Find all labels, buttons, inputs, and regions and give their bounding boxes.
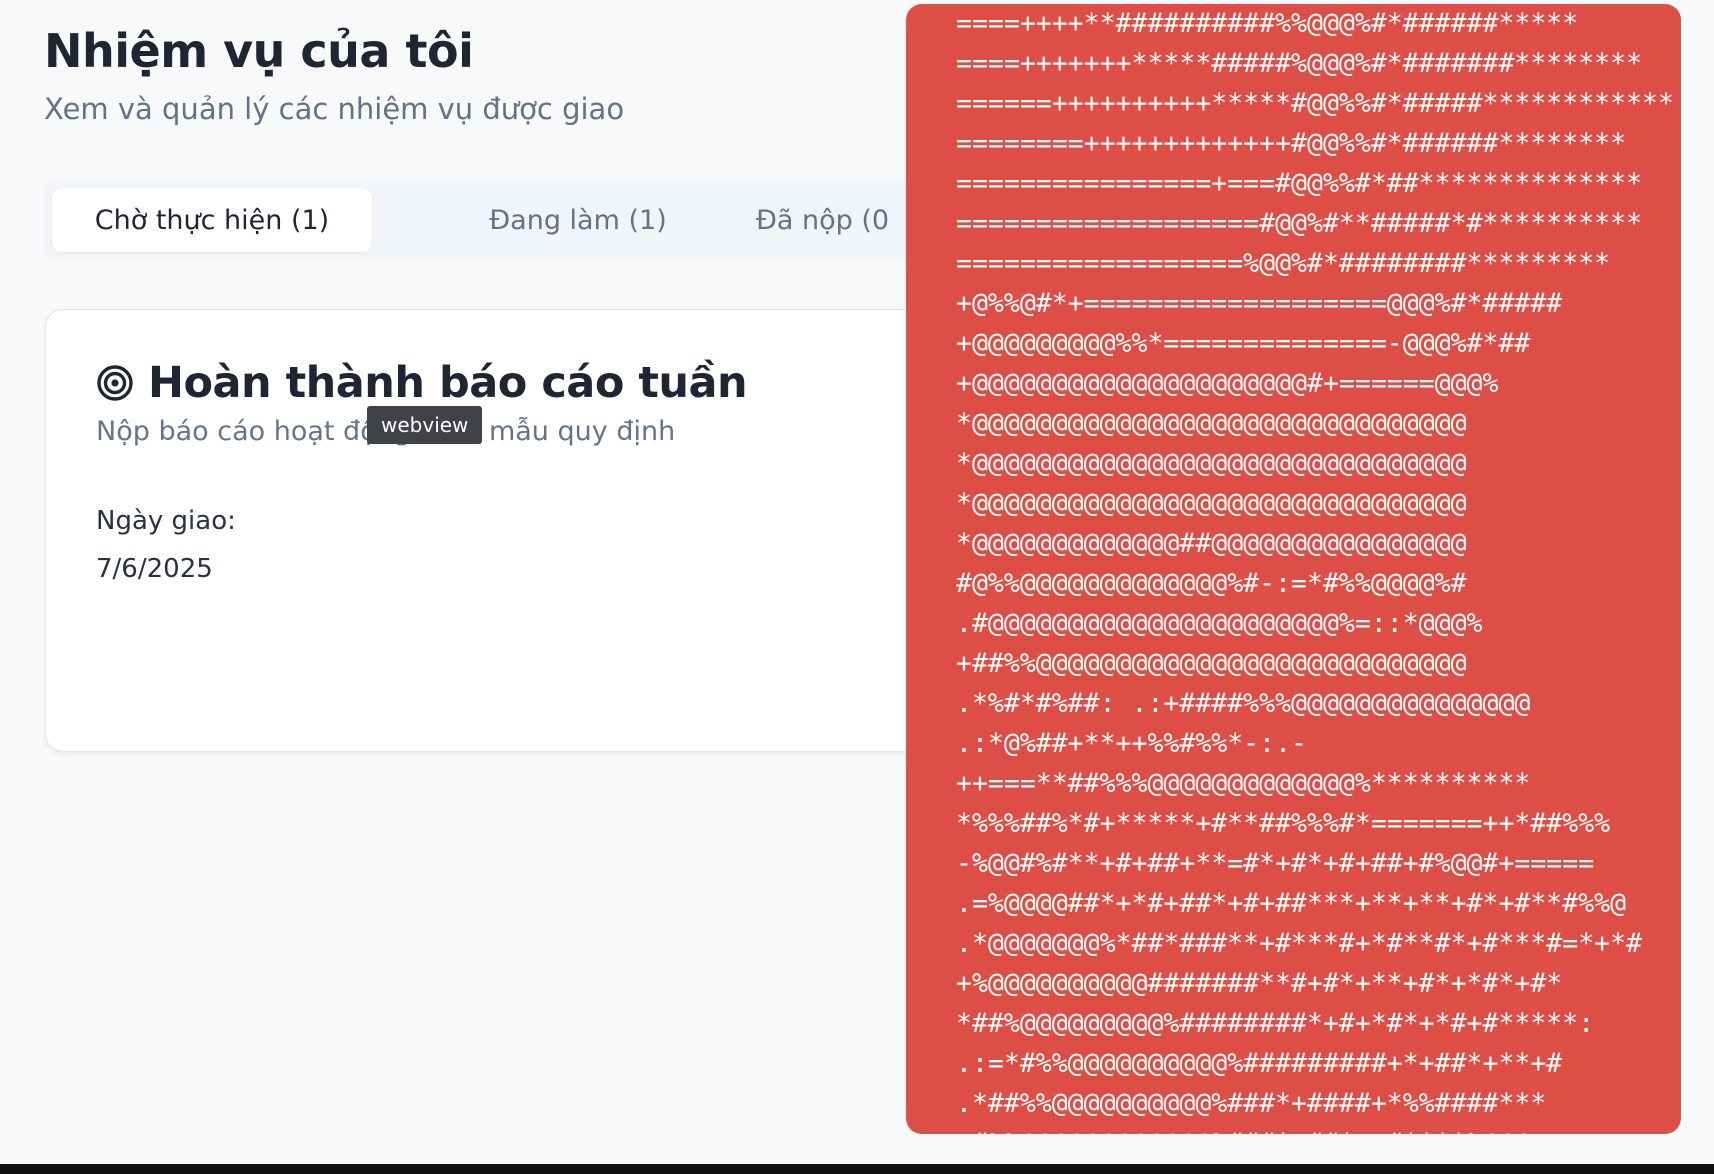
ascii-art-text: ====++++**##########%%@@@%#*######***** …	[956, 8, 1674, 1134]
page-subtitle: Xem và quản lý các nhiệm vụ được giao	[44, 92, 625, 126]
webview-tooltip: webview	[367, 406, 483, 444]
webview-overlay: ====++++**##########%%@@@%#*######***** …	[906, 4, 1681, 1134]
tab-pending[interactable]: Chờ thực hiện (1)	[52, 188, 372, 252]
page-title: Nhiệm vụ của tôi	[44, 24, 474, 78]
bottom-bar	[0, 1164, 1714, 1174]
assigned-date-value: 7/6/2025	[96, 554, 213, 584]
task-title: Hoàn thành báo cáo tuần	[148, 358, 748, 408]
target-icon	[97, 365, 133, 401]
tab-in-progress[interactable]: Đang làm (1)	[418, 188, 738, 252]
assigned-date-label: Ngày giao:	[96, 506, 236, 536]
task-card-header: Hoàn thành báo cáo tuần	[96, 358, 748, 408]
